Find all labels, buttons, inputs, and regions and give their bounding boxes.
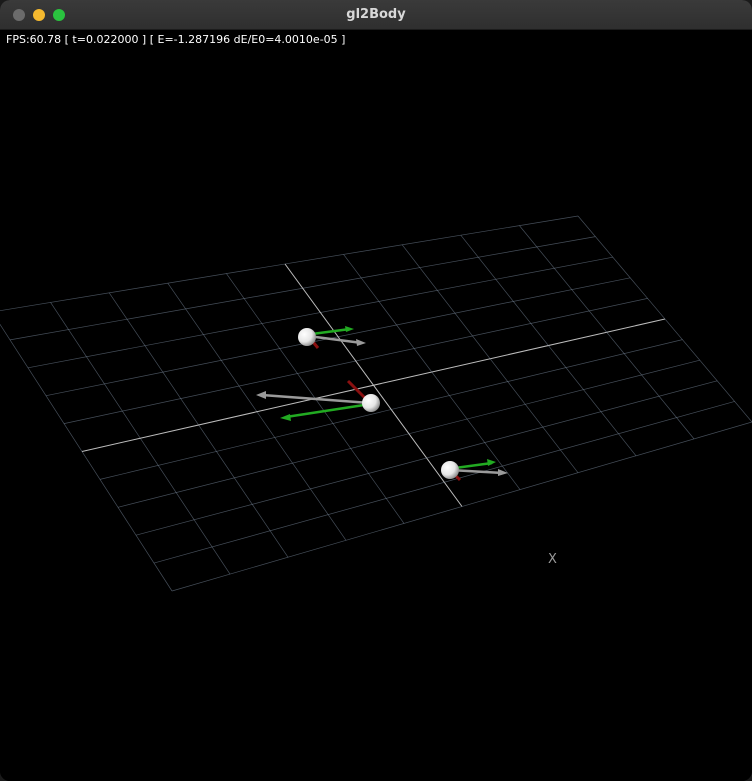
- body-1-velocity-arrowhead: [345, 326, 354, 332]
- body-2-force-arrowhead: [256, 391, 266, 399]
- body-2-velocity-arrowhead: [280, 414, 291, 421]
- grid-axis-line: [81, 318, 666, 452]
- grid-line: [153, 401, 735, 564]
- grid-line: [135, 380, 718, 536]
- grid-line: [519, 225, 695, 440]
- grid-line: [117, 359, 700, 508]
- body-1-velocity-arrow: [311, 327, 351, 336]
- body-3-velocity-arrowhead: [487, 459, 496, 466]
- body-1-force-arrowhead: [356, 339, 366, 346]
- grid-line: [343, 254, 521, 490]
- body-1-sphere: [298, 328, 316, 346]
- axis-label-x: X: [548, 552, 557, 567]
- grid-line: [0, 215, 579, 312]
- app-window: gl2Body FPS:60.78 [ t=0.022000 ] [ E=-1.…: [0, 0, 752, 781]
- body-3-sphere: [441, 461, 459, 479]
- scene-canvas[interactable]: X: [0, 30, 752, 781]
- body-3: [441, 459, 508, 482]
- grid-line: [99, 339, 683, 480]
- body-2: [256, 379, 380, 421]
- body-2-velocity-arrow: [285, 403, 365, 419]
- grid-line: [171, 421, 752, 592]
- window-title: gl2Body: [346, 7, 406, 22]
- body-3-force-arrowhead: [498, 469, 508, 476]
- body-2-sphere: [362, 394, 380, 412]
- grid-line: [401, 244, 579, 473]
- grid-line: [577, 215, 752, 423]
- grid-line: [460, 234, 637, 457]
- title-bar[interactable]: gl2Body: [0, 0, 752, 30]
- gl-viewport[interactable]: FPS:60.78 [ t=0.022000 ] [ E=-1.287196 d…: [0, 30, 752, 781]
- body-3-velocity-arrow: [454, 461, 493, 470]
- grid-line: [0, 323, 173, 592]
- body-2-force-arrow: [261, 393, 371, 405]
- body-1: [298, 326, 366, 349]
